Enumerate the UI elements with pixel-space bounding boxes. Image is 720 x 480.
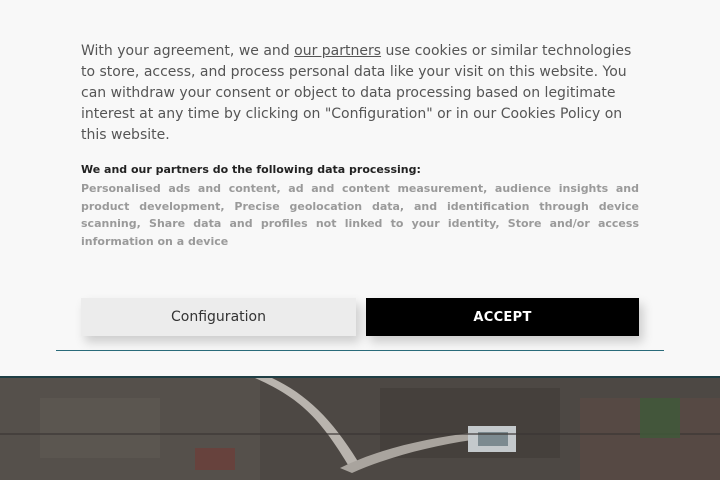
accept-button[interactable]: ACCEPT <box>366 298 639 336</box>
aerial-photo-image <box>0 378 720 480</box>
processing-list: Personalised ads and content, ad and con… <box>81 182 639 248</box>
processing-heading: We and our partners do the following dat… <box>81 163 421 176</box>
banner-divider <box>56 350 664 351</box>
consent-text-before-link: With your agreement, we and <box>81 43 295 59</box>
cookie-consent-banner: With your agreement, we and our partners… <box>0 0 720 378</box>
configuration-button[interactable]: Configuration <box>81 298 356 336</box>
our-partners-link[interactable]: our partners <box>294 43 381 59</box>
consent-description: With your agreement, we and our partners… <box>81 41 641 146</box>
background-aerial-photo <box>0 378 720 480</box>
